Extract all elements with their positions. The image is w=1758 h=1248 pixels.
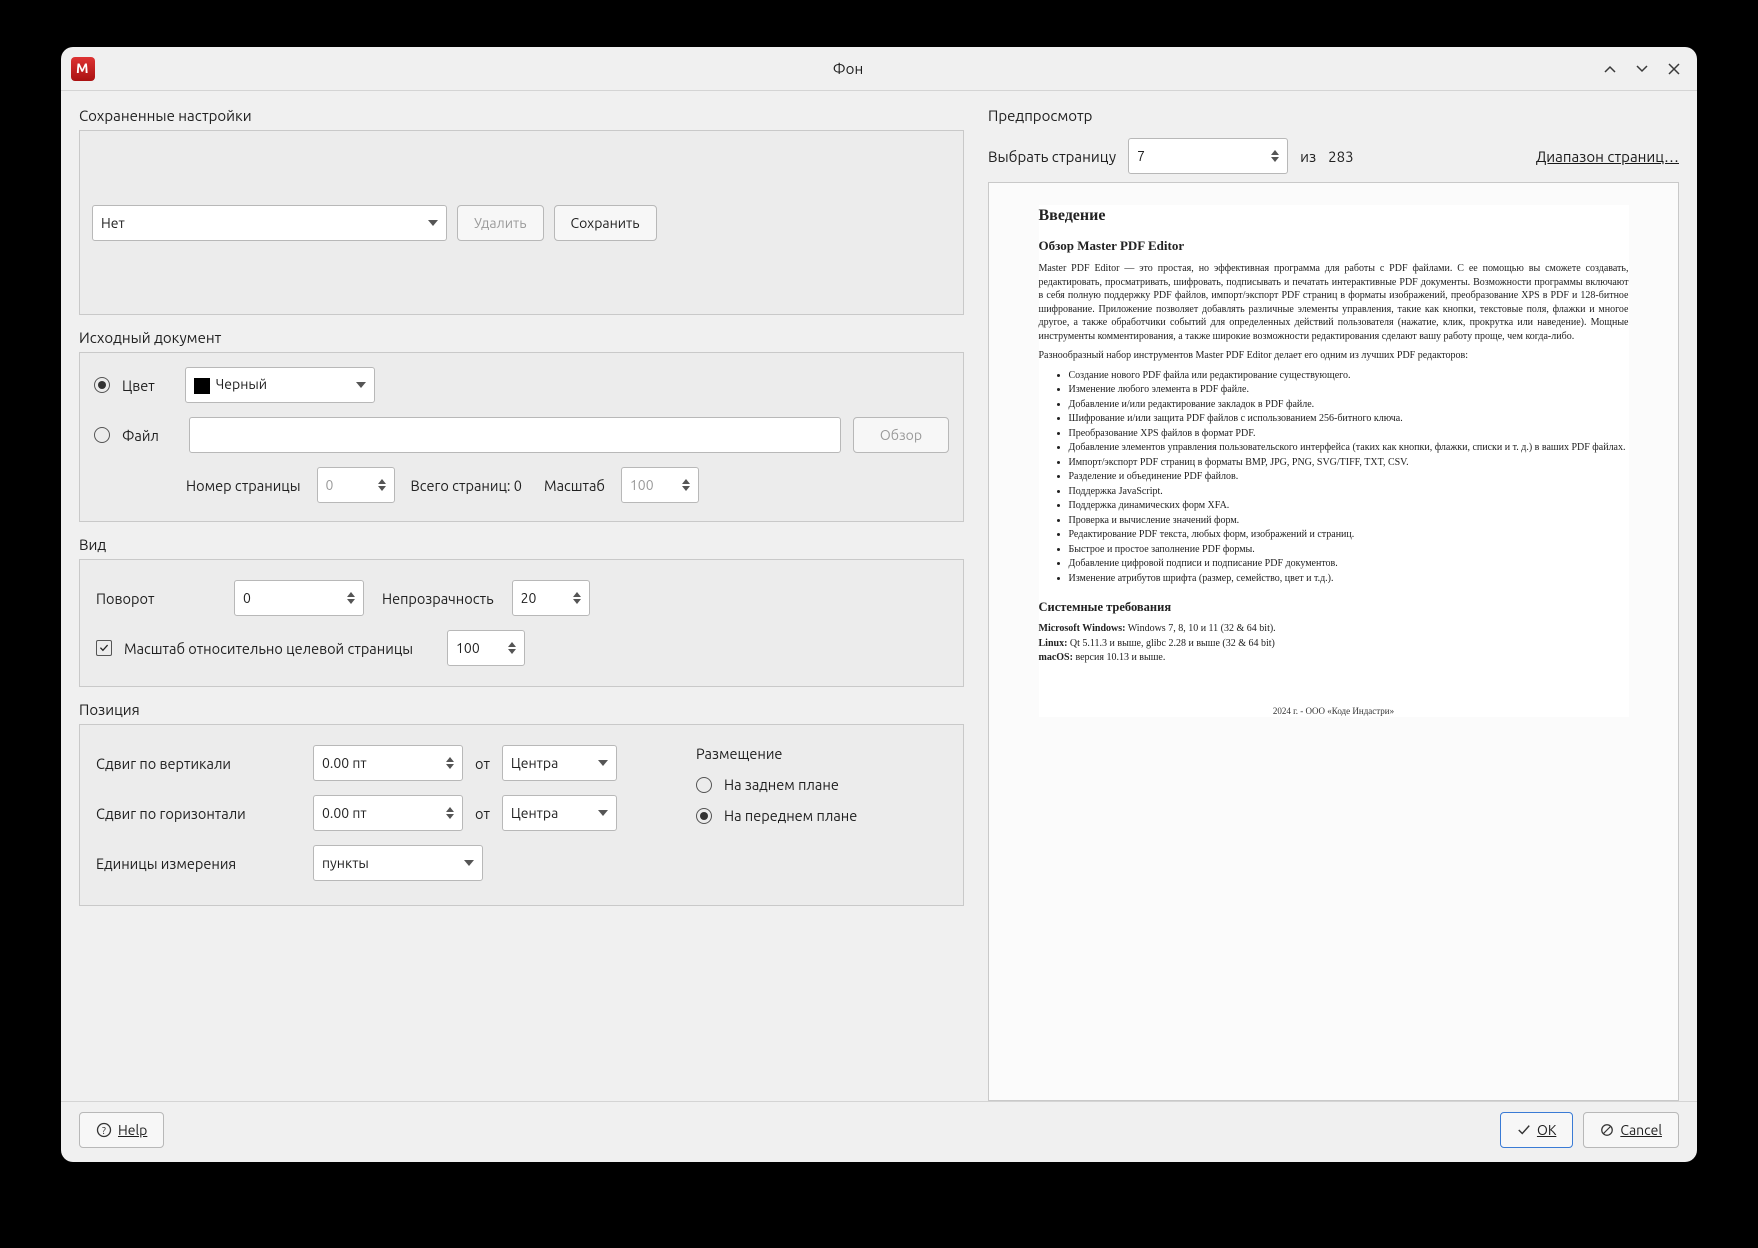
source-scale-label: Масштаб	[544, 477, 605, 494]
doc-bullet: Поддержка JavaScript.	[1069, 485, 1629, 499]
doc-bullet: Поддержка динамических форм XFA.	[1069, 499, 1629, 513]
color-label: Цвет	[122, 377, 155, 394]
doc-bullet: Импорт/экспорт PDF страниц в форматы BMP…	[1069, 456, 1629, 470]
doc-h1: Введение	[1039, 205, 1629, 227]
hshift-from-select[interactable]: Центра	[502, 795, 617, 831]
check-icon	[1517, 1123, 1531, 1137]
chevron-down-icon	[428, 220, 438, 226]
doc-h2: Обзор Master PDF Editor	[1039, 237, 1629, 255]
rotate-spin[interactable]: 0	[234, 580, 364, 616]
cancel-button[interactable]: Cancel	[1583, 1112, 1679, 1148]
hshift-from-label: от	[475, 805, 490, 822]
doc-bullet: Добавление элементов управления пользова…	[1069, 441, 1629, 455]
placement-behind-radio[interactable]	[696, 777, 712, 793]
save-button[interactable]: Сохранить	[554, 205, 657, 241]
source-scale-spin[interactable]: 100	[621, 467, 699, 503]
scale-relative-spin[interactable]: 100	[447, 630, 525, 666]
preset-combo[interactable]: Нет	[92, 205, 447, 241]
page-number-spin[interactable]: 0	[317, 467, 395, 503]
minimize-icon[interactable]	[1601, 60, 1619, 78]
vshift-spin[interactable]: 0.00 пт	[313, 745, 463, 781]
doc-bullet: Шифрование и/или защита PDF файлов с исп…	[1069, 412, 1629, 426]
scale-relative-label: Масштаб относительно целевой страницы	[124, 640, 413, 657]
preview-frame: Введение Обзор Master PDF Editor Master …	[988, 182, 1679, 1101]
page-range-link[interactable]: Диапазон страниц…	[1536, 148, 1679, 165]
dialog-window: Фон Сохраненные настройки Нет Удалить Со…	[61, 47, 1697, 1162]
placement-front-radio[interactable]	[696, 808, 712, 824]
vshift-from-select[interactable]: Центра	[502, 745, 617, 781]
chevron-down-icon	[464, 860, 474, 866]
saved-settings-panel: Нет Удалить Сохранить	[79, 130, 964, 315]
doc-bullet: Создание нового PDF файла или редактиров…	[1069, 369, 1629, 383]
help-icon: ?	[96, 1122, 112, 1138]
doc-h3: Системные требования	[1039, 599, 1629, 616]
doc-bullet: Изменение любого элемента в PDF файле.	[1069, 383, 1629, 397]
hshift-label: Сдвиг по горизонтали	[96, 805, 301, 822]
color-select[interactable]: Черный	[185, 367, 375, 403]
doc-bullet: Добавление и/или редактирование закладок…	[1069, 398, 1629, 412]
view-section-label: Вид	[79, 536, 964, 553]
file-radio[interactable]	[94, 427, 110, 443]
units-label: Единицы измерения	[96, 855, 301, 872]
position-section-label: Позиция	[79, 701, 964, 718]
doc-bullet: Быстрое и простое заполнение PDF формы.	[1069, 543, 1629, 557]
view-panel: Поворот 0 Непрозрачность 20 Масштаб отно…	[79, 559, 964, 687]
preview-section-label: Предпросмотр	[988, 107, 1679, 124]
doc-bullet: Проверка и вычисление значений форм.	[1069, 514, 1629, 528]
doc-bullet: Редактирование PDF текста, любых форм, и…	[1069, 528, 1629, 542]
vshift-from-label: от	[475, 755, 490, 772]
position-panel: Сдвиг по вертикали 0.00 пт от Центра Сдв…	[79, 724, 964, 906]
saved-settings-label: Сохраненные настройки	[79, 107, 964, 124]
units-select[interactable]: пункты	[313, 845, 483, 881]
svg-text:?: ?	[102, 1125, 106, 1136]
source-panel: Цвет Черный Файл Обзор Номер страницы	[79, 352, 964, 522]
placement-behind-label: На заднем плане	[724, 776, 839, 793]
placement-front-label: На переднем плане	[724, 807, 857, 824]
page-number-label: Номер страницы	[186, 477, 301, 494]
file-label: Файл	[122, 427, 159, 444]
doc-footer: 2024 г. - ООО «Коде Индастри»	[1039, 705, 1629, 717]
doc-bullets: Создание нового PDF файла или редактиров…	[1039, 369, 1629, 586]
ok-button[interactable]: OK	[1500, 1112, 1573, 1148]
cancel-icon	[1600, 1123, 1614, 1137]
select-page-label: Выбрать страницу	[988, 148, 1116, 165]
browse-button[interactable]: Обзор	[853, 417, 949, 453]
rotate-label: Поворот	[96, 590, 216, 607]
page-spin[interactable]: 7	[1128, 138, 1288, 174]
titlebar: Фон	[61, 47, 1697, 91]
color-radio[interactable]	[94, 377, 110, 393]
help-button[interactable]: ? Help	[79, 1112, 164, 1148]
placement-group: Размещение На заднем плане На переднем п…	[696, 745, 947, 881]
file-path-input[interactable]	[189, 417, 841, 453]
doc-bullet: Изменение атрибутов шрифта (размер, семе…	[1069, 572, 1629, 586]
color-swatch	[194, 378, 210, 394]
delete-button[interactable]: Удалить	[457, 205, 544, 241]
doc-p2: Разнообразный набор инструментов Master …	[1039, 349, 1629, 363]
source-section-label: Исходный документ	[79, 329, 964, 346]
chevron-down-icon	[598, 810, 608, 816]
doc-p1: Master PDF Editor — это простая, но эффе…	[1039, 262, 1629, 343]
chevron-down-icon	[356, 382, 366, 388]
doc-bullet: Добавление цифровой подписи и подписание…	[1069, 557, 1629, 571]
vshift-label: Сдвиг по вертикали	[96, 755, 301, 772]
total-pages-label: Всего страниц: 0	[411, 477, 522, 494]
opacity-label: Непрозрачность	[382, 590, 494, 607]
preview-document: Введение Обзор Master PDF Editor Master …	[1039, 205, 1629, 717]
window-title: Фон	[95, 60, 1601, 77]
chevron-down-icon	[598, 760, 608, 766]
of-label: из	[1300, 148, 1316, 165]
maximize-icon[interactable]	[1633, 60, 1651, 78]
hshift-spin[interactable]: 0.00 пт	[313, 795, 463, 831]
app-icon	[71, 57, 95, 81]
total-pages: 283	[1328, 148, 1353, 165]
close-icon[interactable]	[1665, 60, 1683, 78]
preview-toolbar: Выбрать страницу 7 из 283 Диапазон стран…	[988, 138, 1679, 174]
scale-relative-check[interactable]	[96, 640, 112, 656]
doc-bullet: Преобразование XPS файлов в формат PDF.	[1069, 427, 1629, 441]
opacity-spin[interactable]: 20	[512, 580, 590, 616]
preset-value: Нет	[101, 215, 125, 231]
doc-bullet: Разделение и объединение PDF файлов.	[1069, 470, 1629, 484]
placement-label: Размещение	[696, 745, 947, 762]
dialog-footer: ? Help OK Cancel	[61, 1101, 1697, 1162]
